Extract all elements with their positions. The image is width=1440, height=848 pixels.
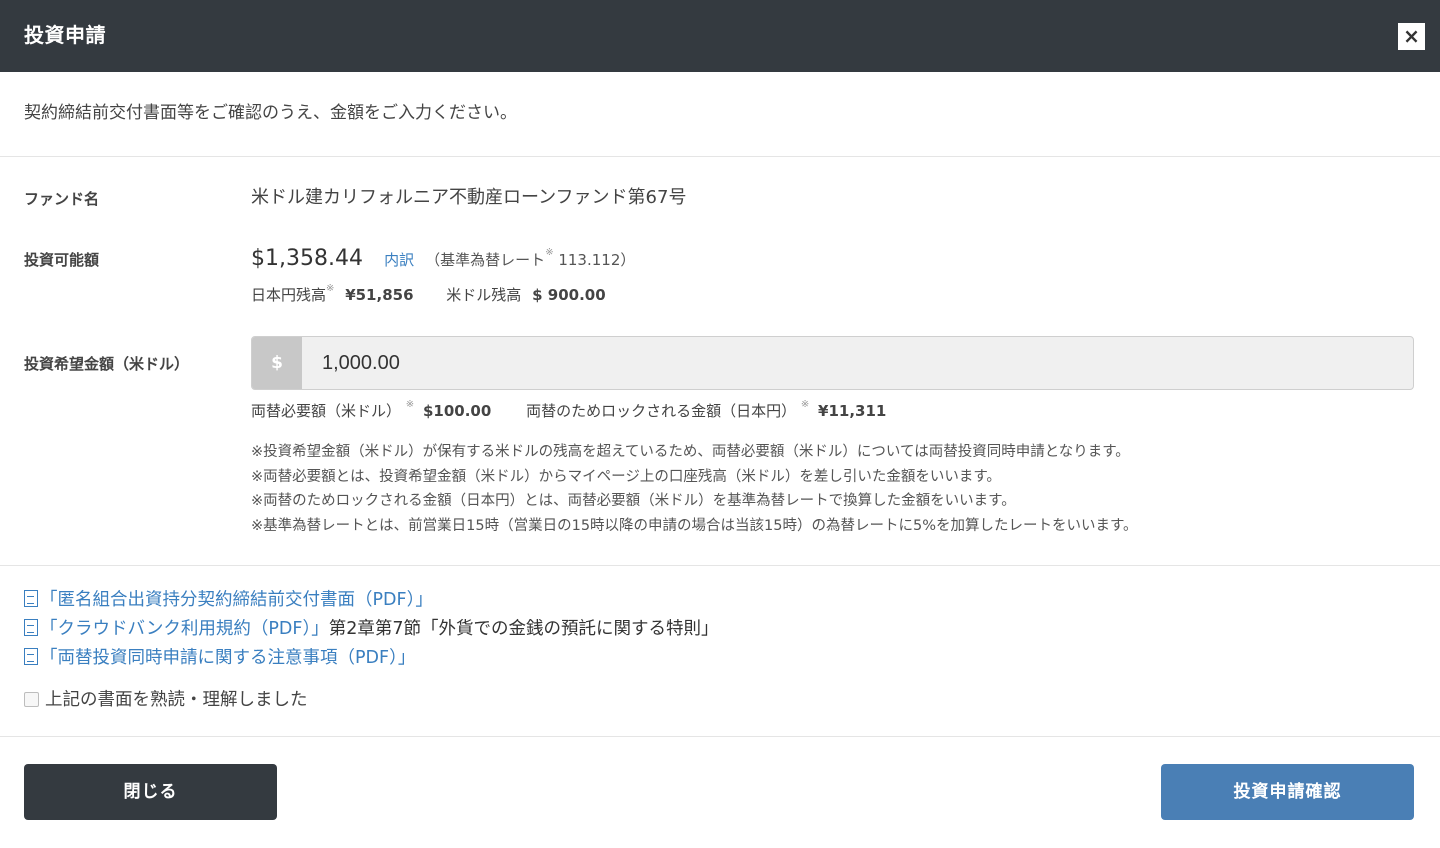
modal-header: 投資申請 ×: [0, 0, 1440, 72]
document-link-row: 「匿名組合出資持分契約締結前交付書面（PDF）」: [24, 588, 433, 612]
pdf-icon: [24, 648, 38, 665]
breakdown-link[interactable]: 内訳: [384, 251, 414, 269]
close-button[interactable]: 閉じる: [24, 764, 277, 820]
exchange-required-value: $100.00: [422, 402, 492, 420]
note-line: ※基準為替レートとは、前営業日15時（営業日の15時以降の申請の場合は当該15時…: [251, 517, 1138, 534]
note-mark: ※: [326, 283, 335, 294]
base-rate-text: （基準為替レート※ 113.112）: [425, 247, 636, 269]
desired-amount-input-group: $: [251, 336, 1414, 390]
document-link-exchange-notes[interactable]: 「両替投資同時申請に関する注意事項（PDF）」: [40, 648, 415, 668]
notes-block: ※投資希望金額（米ドル）が保有する米ドルの残高を超えているため、両替必要額（米ド…: [251, 440, 1138, 538]
exchange-required-label: 両替必要額（米ドル）: [251, 402, 402, 420]
note-mark: ※: [800, 399, 810, 410]
document-link-row: 「クラウドバンク利用規約（PDF）」第2章第7節「外貨での金銭の預託に関する特則…: [24, 617, 719, 641]
confirm-checkbox-label[interactable]: 上記の書面を熟読・理解しました: [45, 690, 308, 710]
note-line: ※両替のためロックされる金額（日本円）とは、両替必要額（米ドル）を基準為替レート…: [251, 493, 1016, 509]
modal-title: 投資申請: [24, 23, 106, 47]
usd-balance-label: 米ドル残高: [446, 286, 522, 304]
locked-amount-value: ¥11,311: [818, 402, 887, 420]
dollar-addon: $: [252, 337, 302, 389]
fund-name-label: ファンド名: [24, 190, 100, 208]
desired-amount-label: 投資希望金額（米ドル）: [24, 355, 190, 373]
investment-application-modal: 投資申請 × 契約締結前交付書面等をご確認のうえ、金額をご入力ください。 ファン…: [0, 0, 1440, 848]
pdf-icon: [24, 590, 38, 607]
note-line: ※投資希望金額（米ドル）が保有する米ドルの残高を超えているため、両替必要額（米ド…: [251, 444, 1130, 460]
divider: [0, 736, 1440, 737]
document-link-row: 「両替投資同時申請に関する注意事項（PDF）」: [24, 646, 415, 670]
fund-name-value: 米ドル建カリフォルニア不動産ローンファンド第67号: [251, 187, 687, 208]
base-rate-value: 113.112）: [553, 251, 636, 269]
note-mark: ※: [405, 399, 415, 410]
desired-amount-input[interactable]: [302, 337, 1413, 389]
base-rate-prefix: （基準為替レート: [425, 251, 546, 269]
available-amount-value: $1,358.44: [251, 246, 363, 271]
intro-text: 契約締結前交付書面等をご確認のうえ、金額をご入力ください。: [24, 103, 517, 123]
document-link-terms-suffix: 第2章第7節「外貨での金銭の預託に関する特則」: [328, 619, 719, 639]
exchange-row: 両替必要額（米ドル） ※ $100.00 両替のためロックされる金額（日本円） …: [251, 399, 887, 422]
note-line: ※両替必要額とは、投資希望金額（米ドル）からマイページ上の口座残高（米ドル）を差…: [251, 468, 1001, 485]
document-link-terms[interactable]: 「クラウドバンク利用規約（PDF）」: [40, 619, 329, 639]
available-amount-label: 投資可能額: [24, 251, 100, 269]
confirm-row: 上記の書面を熟読・理解しました: [24, 688, 308, 712]
locked-amount-label: 両替のためロックされる金額（日本円）: [526, 402, 797, 420]
pdf-icon: [24, 619, 38, 636]
note-mark: ※: [545, 247, 554, 258]
confirm-checkbox[interactable]: [24, 692, 39, 707]
divider: [0, 156, 1440, 157]
submit-confirm-button[interactable]: 投資申請確認: [1161, 764, 1414, 820]
balance-row: 日本円残高※ ¥51,856 米ドル残高 $ 900.00: [251, 283, 606, 305]
document-link-pre-contract[interactable]: 「匿名組合出資持分契約締結前交付書面（PDF）」: [40, 590, 433, 610]
usd-balance-value: $ 900.00: [532, 286, 606, 304]
divider: [0, 565, 1440, 566]
close-icon[interactable]: ×: [1398, 23, 1425, 50]
available-amount-row: $1,358.44 内訳 （基準為替レート※ 113.112）: [251, 244, 635, 274]
jpy-balance-value: ¥51,856: [345, 286, 414, 304]
jpy-balance-label: 日本円残高: [251, 286, 327, 304]
